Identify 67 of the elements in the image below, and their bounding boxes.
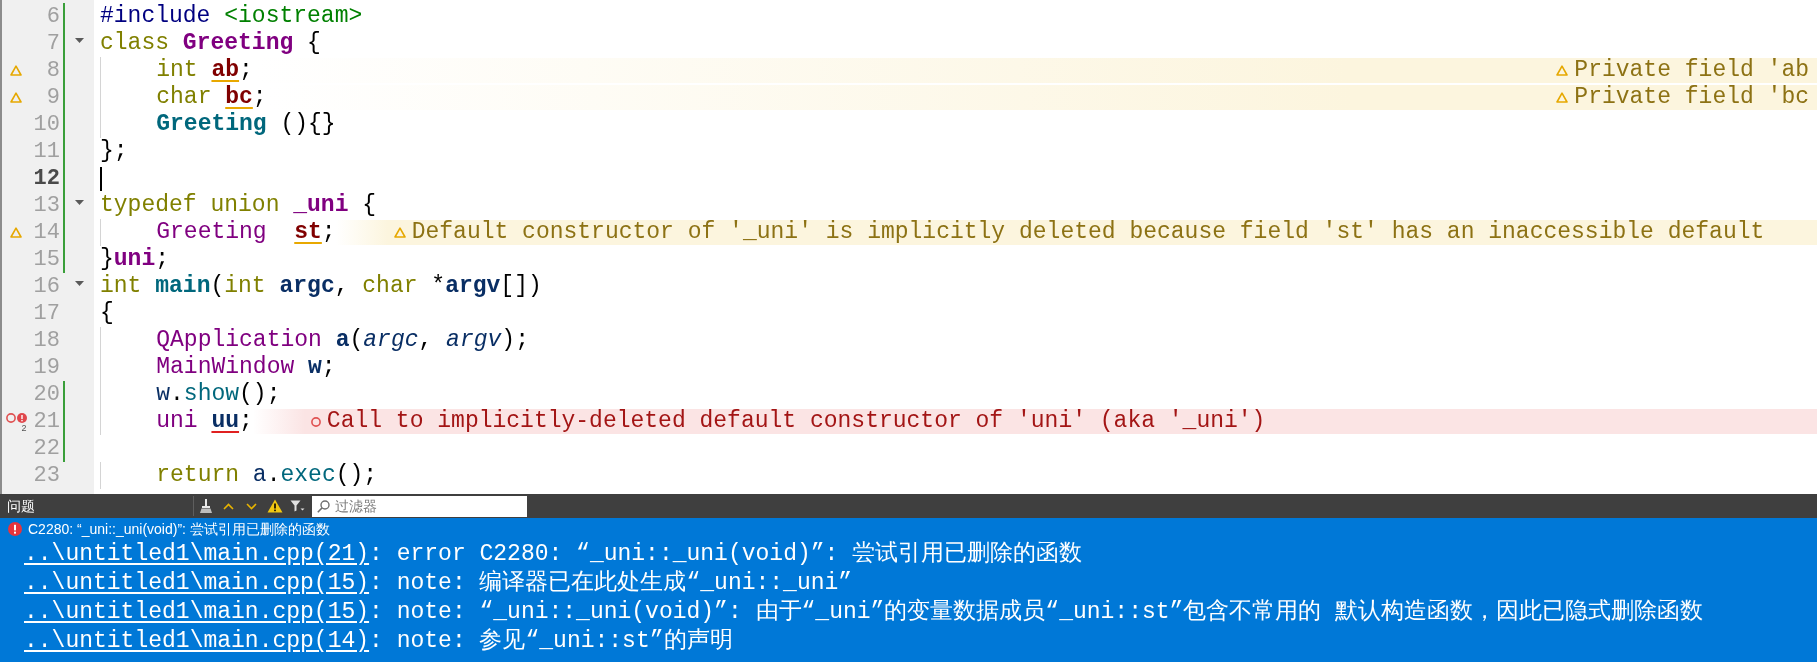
diagnostic-text: : error C2280: “_uni::_uni(void)”: 尝试引用已删除的函数 [369, 540, 1083, 570]
line-number: 13 [32, 192, 60, 220]
line-number: 16 [32, 273, 60, 301]
code-line: Greeting st; [156, 218, 336, 248]
code-line: uni uu; [156, 407, 253, 437]
collapse-caret-icon[interactable] [74, 281, 84, 286]
diagnostic-text: : note: 编译器已在此处生成“_uni::_uni” [369, 569, 853, 599]
warning-icon [1556, 92, 1569, 103]
panel-title: 问题 [6, 496, 36, 516]
error-count: 2 [21, 422, 27, 433]
line-number: 23 [32, 462, 60, 490]
warning-icon [393, 227, 406, 238]
chevron-down-icon [246, 502, 257, 510]
line-number: 17 [32, 300, 60, 328]
issue-item[interactable] [0, 518, 1817, 662]
code-line: int ab; [156, 56, 253, 85]
code-line: MainWindow w; [156, 353, 336, 382]
warning-icon [10, 92, 22, 103]
line-number: 19 [32, 354, 60, 382]
text-cursor [100, 166, 102, 191]
filter-icon [290, 500, 305, 512]
line-number: 14 [32, 219, 60, 247]
annotation-text: Private field 'ab [1574, 56, 1809, 85]
line-number: 22 [32, 435, 60, 463]
line-number: 11 [32, 138, 60, 166]
code-line: }; [100, 137, 128, 167]
error-ring-icon [5, 412, 16, 423]
line-number: 7 [45, 30, 60, 58]
code-line: }uni; [100, 245, 170, 274]
chevron-up-icon [223, 502, 234, 510]
warning-icon [1556, 65, 1569, 76]
error-ring-icon [310, 416, 321, 427]
annotation-text: Private field 'bc [1574, 83, 1809, 113]
code-line: QApplication a(argc, argv); [156, 326, 529, 355]
code-line: int main(int argc, char *argv[]) [100, 272, 542, 301]
code-line: typedef union _uni { [100, 191, 377, 220]
annotation-text: Default constructor of '_uni' is implicitly deleted because field 'st' has an inaccessible default [411, 218, 1765, 248]
code-line: #include <iostream> [100, 2, 363, 31]
code-line: Greeting (){} [156, 110, 336, 140]
error-icon [8, 522, 22, 536]
warning-icon [10, 227, 22, 238]
search-icon [317, 499, 330, 513]
diagnostic-text: : note: 参见“_uni::st”的声明 [369, 627, 733, 657]
line-number: 9 [45, 84, 60, 112]
diagnostic-text: : note: “_uni::_uni(void)”: 由于“_uni”的变量数据成员“_uni::st”包含不常用的 默认构造函数，因此已隐式删除函数 [369, 597, 1704, 628]
line-number: 6 [45, 3, 60, 31]
line-number: 21 [32, 408, 60, 436]
code-line: w.show(); [156, 380, 281, 409]
annotation-text: Call to implicitly-deleted default constructor of 'uni' (aka '_uni') [326, 407, 1266, 437]
code-line: { [100, 299, 114, 329]
code-line: return a.exec(); [156, 461, 378, 491]
line-number: 8 [45, 57, 60, 85]
line-number: 10 [32, 111, 60, 139]
warning-icon [10, 65, 22, 76]
code-line: char bc; [156, 83, 267, 112]
broom-icon [198, 499, 213, 513]
line-number: 12 [32, 165, 60, 193]
filter-field[interactable]: 过滤器 [312, 495, 527, 517]
line-number: 18 [32, 327, 60, 355]
line-number: 15 [32, 246, 60, 274]
issue-message: C2280: “_uni::_uni(void)”: 尝试引用已删除的函数 [28, 519, 330, 539]
line-number: 20 [32, 381, 60, 409]
error-icon [16, 412, 27, 423]
warning-icon [266, 499, 283, 513]
collapse-caret-icon[interactable] [74, 38, 84, 43]
code-line: class Greeting { [100, 29, 321, 58]
collapse-caret-icon[interactable] [74, 200, 84, 205]
